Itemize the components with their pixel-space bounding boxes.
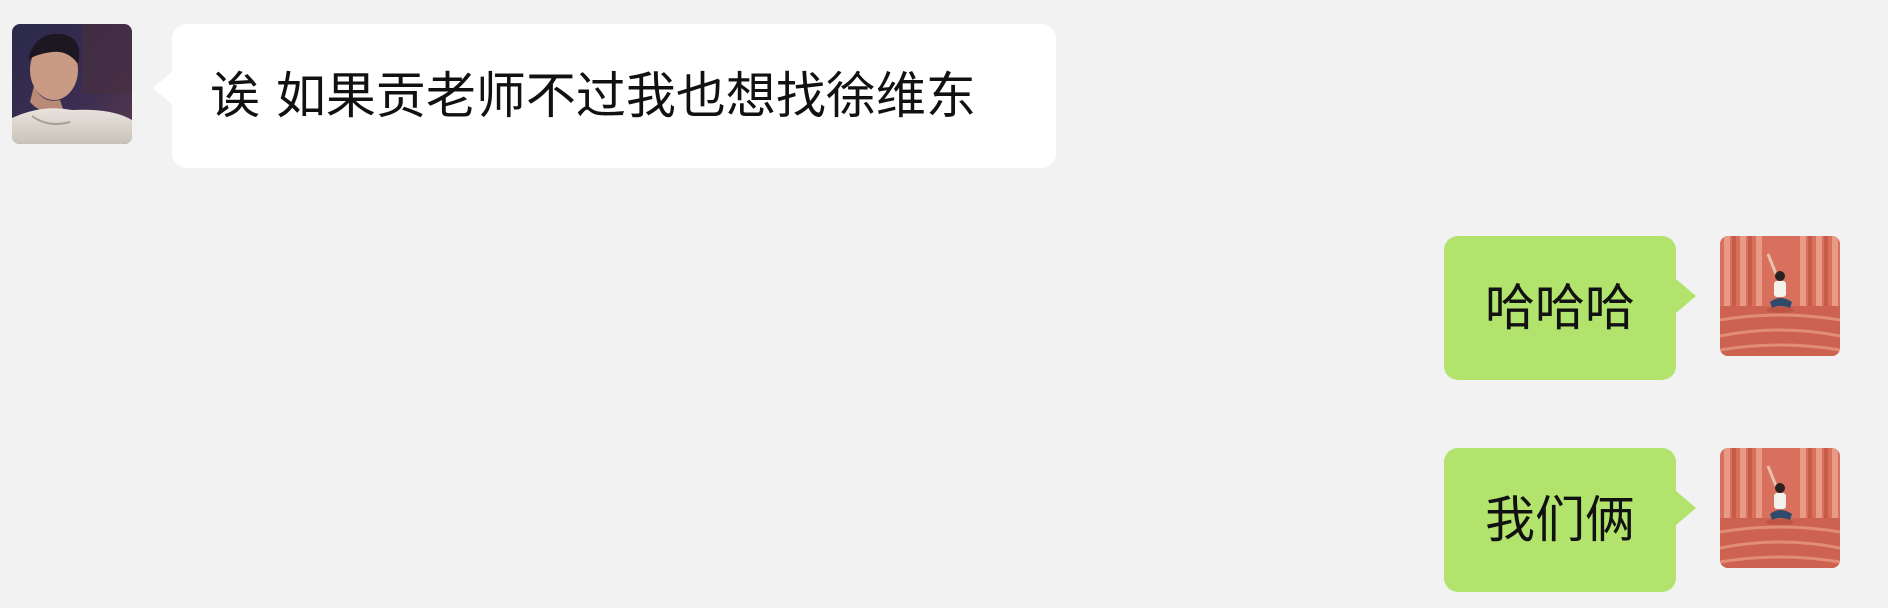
- outgoing-bubble-tail: [1676, 491, 1696, 525]
- message-bubble[interactable]: 我们俩: [1444, 448, 1676, 592]
- chat-message-outgoing: 我们俩: [0, 448, 1888, 592]
- message-text: 我们俩: [1485, 491, 1635, 549]
- chat-message-incoming: 诶 如果贡老师不过我也想找徐维东: [0, 24, 1888, 168]
- message-bubble[interactable]: 诶 如果贡老师不过我也想找徐维东: [172, 24, 1056, 168]
- incoming-bubble-tail: [153, 71, 173, 105]
- message-bubble[interactable]: 哈哈哈: [1444, 236, 1676, 380]
- chat-message-outgoing: 哈哈哈: [0, 236, 1888, 380]
- self-avatar[interactable]: [1720, 448, 1840, 568]
- outgoing-bubble-tail: [1676, 279, 1696, 313]
- contact-portrait-avatar-icon: [12, 24, 132, 144]
- contact-avatar[interactable]: [12, 24, 132, 144]
- self-red-wall-avatar-icon: [1720, 448, 1840, 568]
- message-text: 哈哈哈: [1485, 279, 1635, 337]
- message-text: 诶 如果贡老师不过我也想找徐维东: [210, 67, 976, 125]
- self-red-wall-avatar-icon: [1720, 236, 1840, 356]
- self-avatar[interactable]: [1720, 236, 1840, 356]
